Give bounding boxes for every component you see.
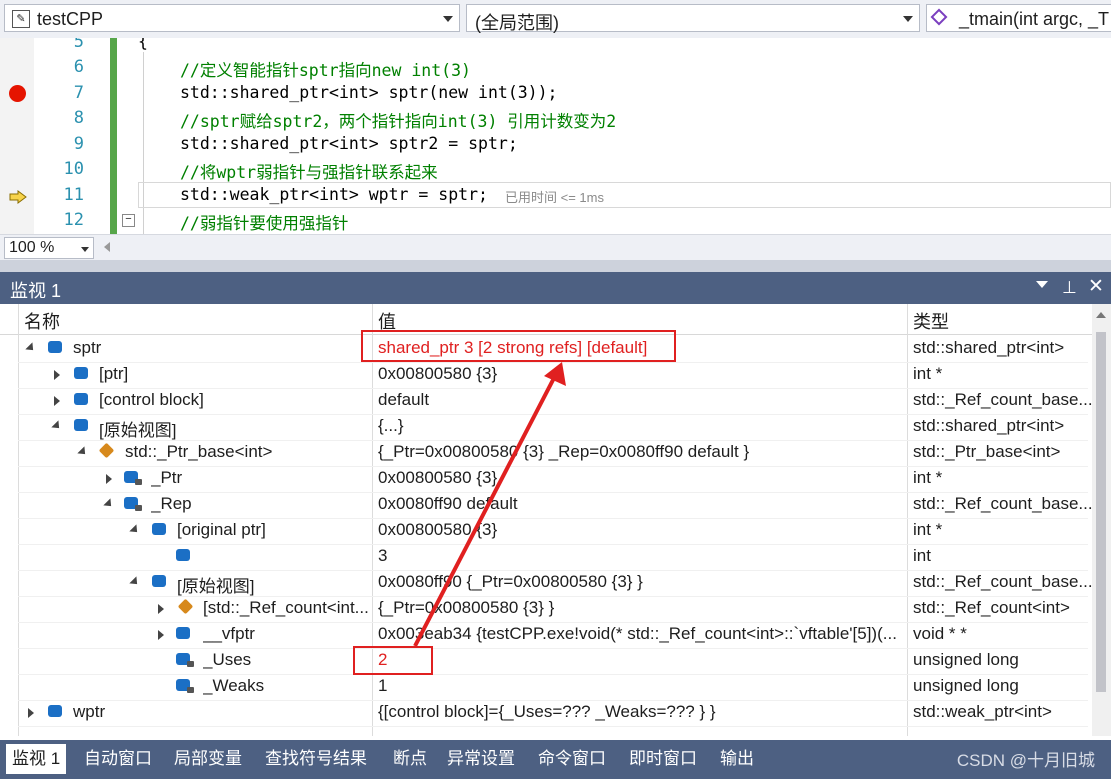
tool-window-tabs: 监视 1 自动窗口 局部变量 查找符号结果 断点 异常设置 命令窗口 即时窗口 …	[0, 740, 1111, 779]
watermark: CSDN @十月旧城	[956, 751, 1095, 770]
tab-command-window[interactable]: 命令窗口	[532, 744, 612, 774]
tab-watch-1[interactable]: 监视 1	[6, 744, 67, 774]
tab-find-symbol-results[interactable]: 查找符号结果	[259, 744, 373, 774]
annotation-arrow	[413, 362, 566, 647]
tab-locals[interactable]: 局部变量	[168, 744, 248, 774]
tab-output[interactable]: 输出	[714, 744, 760, 774]
tab-breakpoints[interactable]: 断点	[387, 744, 433, 774]
tab-autos[interactable]: 自动窗口	[78, 744, 158, 774]
tab-immediate-window[interactable]: 即时窗口	[623, 744, 703, 774]
tab-exception-settings[interactable]: 异常设置	[441, 744, 521, 774]
